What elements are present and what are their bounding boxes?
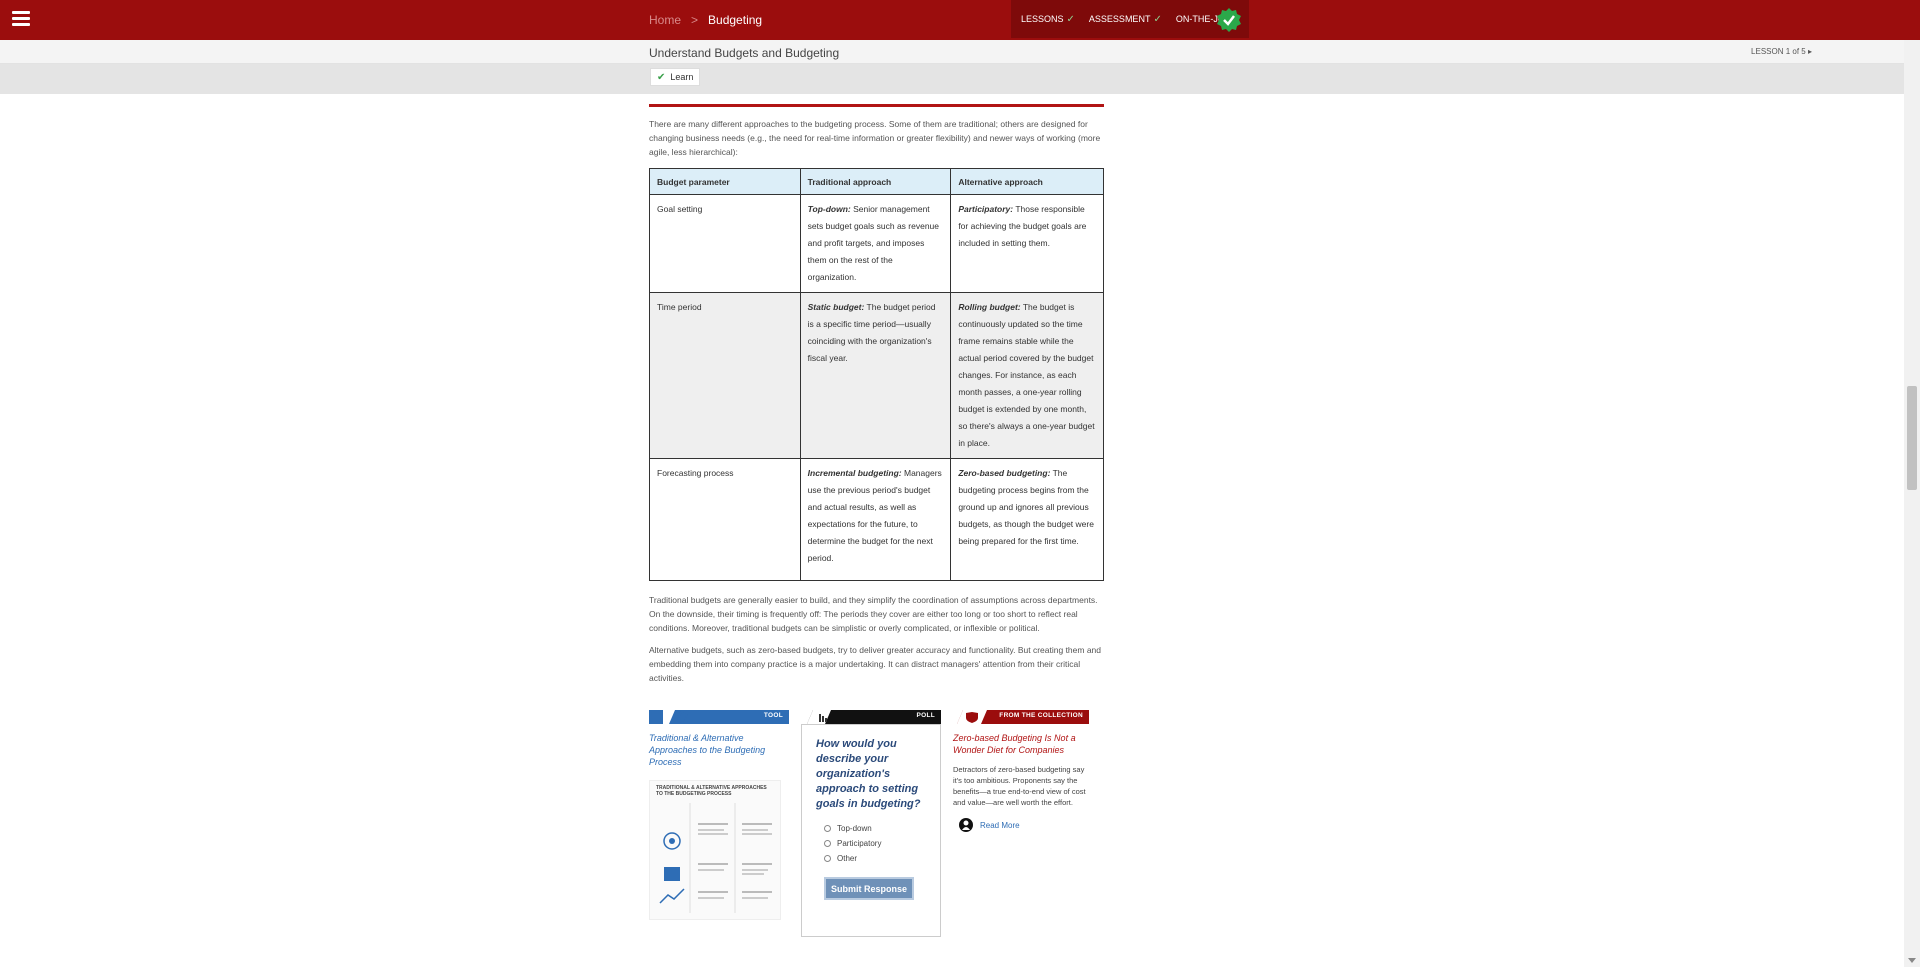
tab-bar: ✔ Learn xyxy=(0,64,1920,94)
tool-thumbnail[interactable]: TRADITIONAL & ALTERNATIVE APPROACHES TO … xyxy=(649,780,781,920)
radio-button[interactable] xyxy=(824,825,831,832)
step-lessons[interactable]: LESSONS ✓ xyxy=(1021,14,1075,25)
table-cell-alternative: Participatory: Those responsible for ach… xyxy=(950,194,1104,293)
term: Rolling budget: xyxy=(958,302,1021,312)
table-header: Budget parameter xyxy=(649,168,801,195)
cell-text: Managers use the previous period's budge… xyxy=(807,468,942,563)
term: Top-down: xyxy=(807,204,851,214)
scroll-down-icon[interactable] xyxy=(1908,958,1916,963)
table-header: Traditional approach xyxy=(799,168,952,195)
poll-option-label: Other xyxy=(837,854,858,863)
intro-paragraph: There are many different approaches to t… xyxy=(649,119,1101,157)
top-bar: Home > Budgeting LESSONS ✓ ASSESSMENT ✓ ON-T… xyxy=(0,0,1920,40)
paragraph: Alternative budgets, such as zero-based … xyxy=(649,645,1102,683)
step-assessment[interactable]: ASSESSMENT ✓ xyxy=(1089,14,1162,25)
cell-text: The budgeting process begins from the gr… xyxy=(958,468,1094,546)
poll-option[interactable]: Top-down xyxy=(824,824,926,833)
budget-approaches-table: Budget parameter Traditional approach Al… xyxy=(649,168,1104,581)
tab-learn[interactable]: ✔ Learn xyxy=(650,68,700,86)
poll-box: How would you describe your organization… xyxy=(801,724,941,937)
resource-cards: TOOL Traditional & Alternative Approache… xyxy=(649,710,1104,970)
table-cell-traditional: Incremental budgeting: Managers use the … xyxy=(799,458,952,581)
paragraph: Traditional budgets are generally easier… xyxy=(649,595,1098,633)
collection-card-description: Detractors of zero-based budgeting say i… xyxy=(953,765,1086,807)
poll-options: Top-down Participatory Other xyxy=(816,824,926,863)
collection-card-label: FROM THE COLLECTION xyxy=(999,712,1083,719)
table-row: Goal setting Top-down: Senior management… xyxy=(649,194,1104,293)
poll-card-label: POLL xyxy=(916,712,935,719)
table-cell-param: Time period xyxy=(649,292,801,459)
table-cell-param: Forecasting process xyxy=(649,458,801,581)
table-row: Time period Static budget: The budget pe… xyxy=(649,292,1104,459)
shield-icon xyxy=(953,710,987,724)
collection-card-header: FROM THE COLLECTION xyxy=(953,710,1089,724)
term: Incremental budgeting: xyxy=(807,468,902,478)
radio-button[interactable] xyxy=(824,840,831,847)
tool-card-label: TOOL xyxy=(763,712,783,719)
check-icon: ✓ xyxy=(1153,13,1162,25)
poll-card: POLL How would you describe your organiz… xyxy=(801,710,941,937)
step-lessons-label: LESSONS xyxy=(1021,14,1064,24)
chevron-right-icon: ▸ xyxy=(1807,47,1812,56)
person-icon xyxy=(959,818,973,832)
read-more-label: Read More xyxy=(980,820,1020,830)
poll-option-label: Top-down xyxy=(837,824,872,833)
poll-icon xyxy=(801,710,831,724)
table-row: Forecasting process Incremental budgetin… xyxy=(649,458,1104,581)
table-cell-traditional: Static budget: The budget period is a sp… xyxy=(799,292,952,459)
poll-question: How would you describe your organization… xyxy=(816,738,921,810)
table-header-row: Budget parameter Traditional approach Al… xyxy=(649,168,1104,195)
poll-option[interactable]: Other xyxy=(824,854,926,863)
read-more-link[interactable]: Read More xyxy=(959,818,1089,832)
lesson-nav-label: LESSON 1 of 5 xyxy=(1751,47,1806,56)
breadcrumb-separator: > xyxy=(691,13,699,27)
breadcrumb-current: Budgeting xyxy=(708,13,763,27)
check-icon: ✔ xyxy=(657,71,666,83)
thumbnail-graphic xyxy=(659,803,772,913)
section-divider xyxy=(649,104,1104,107)
menu-icon[interactable] xyxy=(12,11,30,27)
collection-card-title[interactable]: Zero-based Budgeting Is Not a Wonder Die… xyxy=(953,732,1089,756)
term: Zero-based budgeting: xyxy=(958,468,1051,478)
thumbnail-title: TRADITIONAL & ALTERNATIVE APPROACHES TO … xyxy=(656,785,767,797)
completion-badge-icon xyxy=(1217,8,1241,32)
tool-card-title[interactable]: Traditional & Alternative Approaches to … xyxy=(649,732,789,768)
scrollbar-thumb[interactable] xyxy=(1907,386,1917,490)
cell-text: The budget is continuously updated so th… xyxy=(958,302,1095,448)
lesson-header: Understand Budgets and Budgeting LESSON … xyxy=(0,40,1920,64)
table-cell-param: Goal setting xyxy=(649,194,801,293)
table-header: Alternative approach xyxy=(950,168,1104,195)
scrollbar[interactable] xyxy=(1904,40,1920,967)
lesson-content: There are many different approaches to t… xyxy=(649,94,1104,685)
radio-button[interactable] xyxy=(824,855,831,862)
check-icon: ✓ xyxy=(1066,13,1075,25)
poll-card-header: POLL xyxy=(801,710,941,724)
term: Static budget: xyxy=(807,302,865,312)
term: Participatory: xyxy=(958,204,1014,214)
step-assessment-label: ASSESSMENT xyxy=(1088,14,1151,24)
progress-steps: LESSONS ✓ ASSESSMENT ✓ ON-THE-JOB xyxy=(1011,0,1249,38)
poll-option[interactable]: Participatory xyxy=(824,839,926,848)
poll-option-label: Participatory xyxy=(837,839,882,848)
submit-response-button[interactable]: Submit Response xyxy=(824,877,914,900)
lesson-nav[interactable]: LESSON 1 of 5 ▸ xyxy=(1751,47,1812,56)
document-icon xyxy=(663,710,689,724)
table-cell-alternative: Zero-based budgeting: The budgeting proc… xyxy=(950,458,1104,581)
table-cell-traditional: Top-down: Senior management sets budget … xyxy=(799,194,952,293)
breadcrumb: Home > Budgeting xyxy=(649,13,762,27)
cell-text: Senior management sets budget goals such… xyxy=(807,204,940,282)
collection-card: FROM THE COLLECTION Zero-based Budgeting… xyxy=(953,710,1089,832)
page-title: Understand Budgets and Budgeting xyxy=(649,46,840,60)
breadcrumb-home[interactable]: Home xyxy=(649,13,681,27)
tool-card: TOOL Traditional & Alternative Approache… xyxy=(649,710,789,920)
tab-learn-label: Learn xyxy=(670,72,694,82)
tool-card-header: TOOL xyxy=(649,710,789,724)
table-cell-alternative: Rolling budget: The budget is continuous… xyxy=(950,292,1104,459)
